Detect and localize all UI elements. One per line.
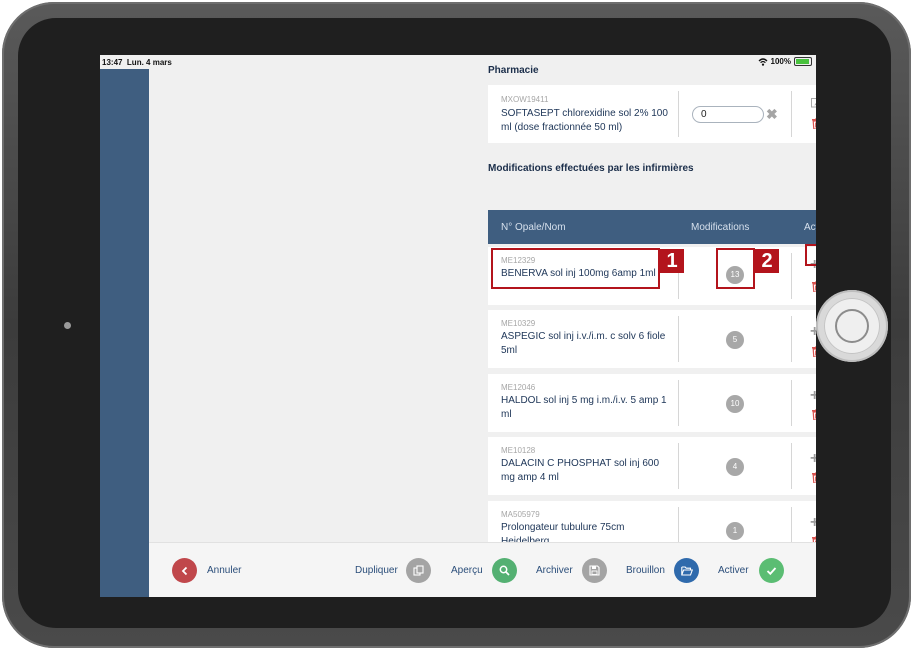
draft-button[interactable] xyxy=(674,558,699,583)
callout-highlight-name xyxy=(491,248,660,289)
callout-number-1: 1 xyxy=(660,249,684,273)
modification-count-badge: 10 xyxy=(726,395,744,413)
callout-highlight-add xyxy=(805,244,816,266)
trash-icon[interactable] xyxy=(812,118,816,129)
table-header: N° Opale/Nom Modifications Action xyxy=(488,210,816,244)
column-divider xyxy=(791,91,792,137)
table-row: ME10329 ASPEGIC sol inj i.v./i.m. c solv… xyxy=(488,310,816,368)
callout-number-2: 2 xyxy=(755,249,779,273)
add-icon[interactable]: + xyxy=(810,388,816,404)
item-name: SOFTASEPT chlorexidine sol 2% 100 ml (do… xyxy=(501,108,668,133)
home-button[interactable] xyxy=(824,298,880,354)
cancel-label[interactable]: Annuler xyxy=(207,565,241,576)
trash-icon[interactable] xyxy=(812,409,816,420)
modifications-title: Modifications effectuées par les infirmi… xyxy=(488,163,694,174)
quantity-input[interactable]: 0 xyxy=(692,106,764,123)
table-row: ME12046 HALDOL sol inj 5 mg i.m./i.v. 5 … xyxy=(488,374,816,432)
table-row: ME10128 DALACIN C PHOSPHAT sol inj 600 m… xyxy=(488,437,816,495)
camera-icon xyxy=(64,322,71,329)
cancel-button[interactable] xyxy=(172,558,197,583)
screen: 13:47 Lun. 4 mars 100% Pharmacie MXOW194… xyxy=(100,55,816,597)
column-header-name: N° Opale/Nom xyxy=(501,222,566,233)
activate-label[interactable]: Activer xyxy=(718,565,749,576)
sidebar xyxy=(100,69,149,597)
duplicate-button[interactable] xyxy=(406,558,431,583)
save-icon xyxy=(589,565,600,576)
modification-count-badge: 1 xyxy=(726,522,744,540)
draft-label[interactable]: Brouillon xyxy=(626,565,665,576)
pharmacie-item-card: MXOW19411 SOFTASEPT chlorexidine sol 2% … xyxy=(488,85,816,143)
add-icon[interactable]: + xyxy=(810,451,816,467)
folder-open-icon xyxy=(680,565,693,576)
row-code: ME10329 xyxy=(501,319,536,328)
bottom-toolbar: Annuler Dupliquer Aperçu Archiver Brouil… xyxy=(149,542,816,597)
status-right: 100% xyxy=(758,57,812,66)
trash-icon[interactable] xyxy=(812,472,816,483)
row-code: ME10128 xyxy=(501,446,536,455)
column-divider xyxy=(791,253,792,299)
main-content: Pharmacie MXOW19411 SOFTASEPT chlorexidi… xyxy=(149,65,816,559)
column-divider xyxy=(791,316,792,362)
add-icon[interactable]: + xyxy=(810,515,816,531)
battery-icon xyxy=(794,57,812,66)
activate-button[interactable] xyxy=(759,558,784,583)
duplicate-label[interactable]: Dupliquer xyxy=(355,565,398,576)
archive-button[interactable] xyxy=(582,558,607,583)
column-divider xyxy=(678,91,679,137)
column-divider xyxy=(791,443,792,489)
callout-highlight-count xyxy=(716,248,755,289)
status-time: 13:47 Lun. 4 mars xyxy=(102,58,172,67)
row-name: HALDOL sol inj 5 mg i.m./i.v. 5 amp 1 ml xyxy=(501,395,667,420)
check-icon xyxy=(766,566,777,575)
search-icon xyxy=(499,565,510,576)
chevron-left-icon xyxy=(181,566,187,575)
trash-icon[interactable] xyxy=(812,346,816,357)
wifi-icon xyxy=(758,57,767,66)
copy-icon xyxy=(413,565,424,576)
row-code: MA505979 xyxy=(501,510,540,519)
battery-percent: 100% xyxy=(770,57,791,66)
status-bar: 13:47 Lun. 4 mars 100% xyxy=(100,55,816,69)
archive-label[interactable]: Archiver xyxy=(536,565,573,576)
pharmacie-title: Pharmacie xyxy=(488,65,539,76)
modification-count-badge: 4 xyxy=(726,458,744,476)
row-name: DALACIN C PHOSPHAT sol inj 600 mg amp 4 … xyxy=(501,458,660,483)
modification-count-badge: 5 xyxy=(726,331,744,349)
trash-icon[interactable] xyxy=(812,281,816,292)
add-icon[interactable]: + xyxy=(810,324,816,340)
preview-button[interactable] xyxy=(492,558,517,583)
column-divider xyxy=(678,316,679,362)
column-header-count: Modifications xyxy=(691,222,750,233)
column-divider xyxy=(678,443,679,489)
row-code: ME12046 xyxy=(501,383,536,392)
preview-label[interactable]: Aperçu xyxy=(451,565,483,576)
item-code: MXOW19411 xyxy=(501,95,549,104)
column-divider xyxy=(678,380,679,426)
row-name: ASPEGIC sol inj i.v./i.m. c solv 6 fiole… xyxy=(501,331,666,356)
column-divider xyxy=(791,380,792,426)
clear-icon[interactable]: ✖ xyxy=(766,106,778,123)
column-header-action: Action xyxy=(804,222,816,233)
edit-icon[interactable] xyxy=(811,97,816,108)
